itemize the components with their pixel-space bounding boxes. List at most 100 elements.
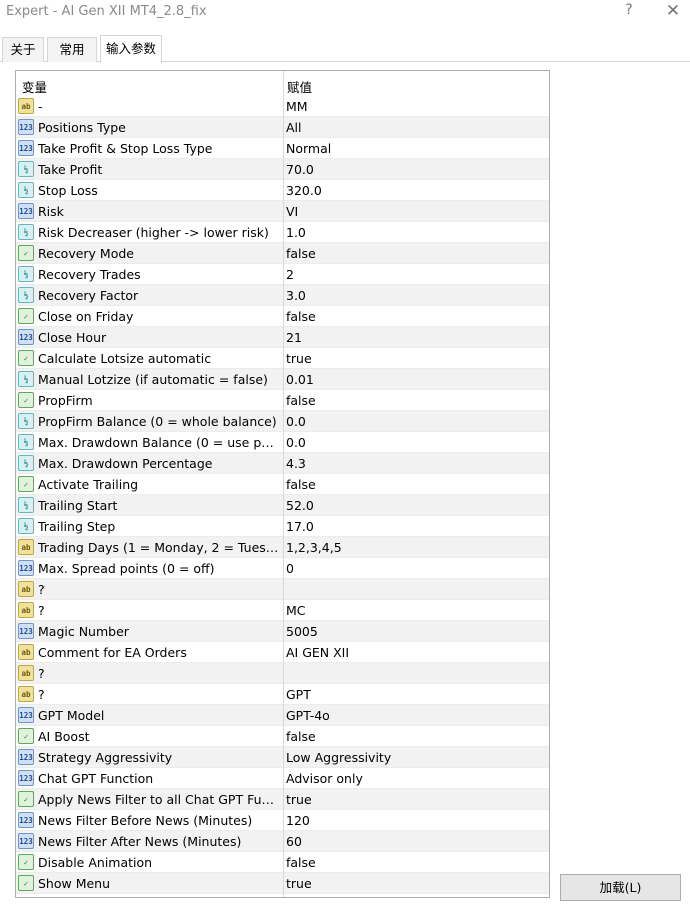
integer-type-icon: 123 bbox=[18, 203, 34, 219]
variable-name: - bbox=[38, 99, 43, 114]
variable-value[interactable]: 1,2,3,4,5 bbox=[286, 540, 546, 555]
integer-type-icon: 123 bbox=[18, 140, 34, 156]
variable-value[interactable]: false bbox=[286, 393, 546, 408]
variable-value[interactable]: false bbox=[286, 477, 546, 492]
variable-name: News Filter After News (Minutes) bbox=[38, 834, 242, 849]
expert-properties-window: Expert - AI Gen XII MT4_2.8_fix ? ✕ 关于 常… bbox=[0, 0, 690, 905]
variable-value[interactable]: 3.0 bbox=[286, 288, 546, 303]
integer-type-icon: 123 bbox=[18, 623, 34, 639]
variable-name: Risk bbox=[38, 204, 64, 219]
boolean-type-icon: ✓ bbox=[18, 476, 34, 492]
variable-value[interactable]: 60 bbox=[286, 834, 546, 849]
variable-name: Max. Spread points (0 = off) bbox=[38, 561, 215, 576]
variable-name: Show Menu bbox=[38, 876, 111, 891]
string-type-icon: ab bbox=[18, 665, 34, 681]
close-icon[interactable]: ✕ bbox=[664, 1, 682, 21]
variable-value[interactable]: 0.0 bbox=[286, 414, 546, 429]
variable-value[interactable]: Normal bbox=[286, 141, 546, 156]
variable-value[interactable]: 5005 bbox=[286, 624, 546, 639]
tab-about[interactable]: 关于 bbox=[2, 37, 44, 62]
variable-name: ? bbox=[38, 582, 45, 597]
variable-value[interactable]: GPT-4o bbox=[286, 708, 546, 723]
header-variable[interactable]: 变量 bbox=[22, 77, 47, 96]
variable-value[interactable]: 52.0 bbox=[286, 498, 546, 513]
variable-name: Magic Number bbox=[38, 624, 129, 639]
header-value[interactable]: 赋值 bbox=[287, 77, 312, 96]
variable-name: Close on Friday bbox=[38, 309, 134, 324]
boolean-type-icon: ✓ bbox=[18, 308, 34, 324]
string-type-icon: ab bbox=[18, 602, 34, 618]
variable-value[interactable]: 21 bbox=[286, 330, 546, 345]
variable-value[interactable]: false bbox=[286, 246, 546, 261]
variable-value[interactable]: true bbox=[286, 351, 546, 366]
integer-type-icon: 123 bbox=[18, 560, 34, 576]
integer-type-icon: 123 bbox=[18, 770, 34, 786]
variable-name: Positions Type bbox=[38, 120, 126, 135]
variable-value[interactable]: 0 bbox=[286, 561, 546, 576]
boolean-type-icon: ✓ bbox=[18, 728, 34, 744]
variable-value[interactable]: 120 bbox=[286, 813, 546, 828]
window-title: Expert - AI Gen XII MT4_2.8_fix bbox=[6, 4, 207, 19]
variable-value[interactable]: VI bbox=[286, 204, 546, 219]
variable-value[interactable]: 0.0 bbox=[286, 435, 546, 450]
double-type-icon: ½ bbox=[18, 266, 34, 282]
variable-name: Max. Drawdown Balance (0 = use perce... bbox=[38, 435, 280, 450]
variable-name: Recovery Mode bbox=[38, 246, 134, 261]
variable-value[interactable]: MM bbox=[286, 99, 546, 114]
column-separator bbox=[283, 71, 284, 897]
variable-value[interactable]: Low Aggressivity bbox=[286, 750, 546, 765]
variable-name: Trading Days (1 = Monday, 2 = Tuesda... bbox=[38, 540, 280, 555]
variable-name: Apply News Filter to all Chat GPT Funct.… bbox=[38, 792, 280, 807]
boolean-type-icon: ✓ bbox=[18, 350, 34, 366]
variable-value[interactable]: 70.0 bbox=[286, 162, 546, 177]
variable-value[interactable]: false bbox=[286, 855, 546, 870]
integer-type-icon: 123 bbox=[18, 749, 34, 765]
variable-name: Take Profit bbox=[38, 162, 103, 177]
variable-name: ? bbox=[38, 687, 45, 702]
variable-name: Recovery Factor bbox=[38, 288, 139, 303]
boolean-type-icon: ✓ bbox=[18, 245, 34, 261]
boolean-type-icon: ✓ bbox=[18, 791, 34, 807]
variable-value[interactable]: MC bbox=[286, 603, 546, 618]
variable-value[interactable]: GPT bbox=[286, 687, 546, 702]
double-type-icon: ½ bbox=[18, 413, 34, 429]
double-type-icon: ½ bbox=[18, 371, 34, 387]
help-icon[interactable]: ? bbox=[620, 2, 638, 18]
tab-common[interactable]: 常用 bbox=[47, 37, 97, 62]
title-bar: Expert - AI Gen XII MT4_2.8_fix ? ✕ bbox=[0, 0, 690, 26]
variable-name: Disable Animation bbox=[38, 855, 153, 870]
double-type-icon: ½ bbox=[18, 161, 34, 177]
integer-type-icon: 123 bbox=[18, 329, 34, 345]
double-type-icon: ½ bbox=[18, 182, 34, 198]
variable-value[interactable]: 0.01 bbox=[286, 372, 546, 387]
integer-type-icon: 123 bbox=[18, 707, 34, 723]
variable-value[interactable]: 17.0 bbox=[286, 519, 546, 534]
variable-name: Max. Drawdown Percentage bbox=[38, 456, 213, 471]
string-type-icon: ab bbox=[18, 539, 34, 555]
variable-value[interactable]: true bbox=[286, 876, 546, 891]
variable-value[interactable]: false bbox=[286, 309, 546, 324]
variable-value[interactable]: Advisor only bbox=[286, 771, 546, 786]
tab-inputs[interactable]: 输入参数 bbox=[100, 35, 162, 63]
load-button[interactable]: 加载(L) bbox=[560, 874, 681, 901]
boolean-type-icon: ✓ bbox=[18, 875, 34, 891]
tab-strip: 关于 常用 输入参数 bbox=[0, 35, 690, 63]
double-type-icon: ½ bbox=[18, 455, 34, 471]
variable-value[interactable]: 1.0 bbox=[286, 225, 546, 240]
variable-value[interactable]: 2 bbox=[286, 267, 546, 282]
variable-value[interactable]: 4.3 bbox=[286, 456, 546, 471]
variable-name: Comment for EA Orders bbox=[38, 645, 187, 660]
variable-name: Take Profit & Stop Loss Type bbox=[38, 141, 213, 156]
string-type-icon: ab bbox=[18, 581, 34, 597]
boolean-type-icon: ✓ bbox=[18, 854, 34, 870]
variable-name: ? bbox=[38, 666, 45, 681]
integer-type-icon: 123 bbox=[18, 812, 34, 828]
variable-name: Stop Loss bbox=[38, 183, 98, 198]
variable-value[interactable]: All bbox=[286, 120, 546, 135]
variable-value[interactable]: AI GEN XII bbox=[286, 645, 546, 660]
variable-value[interactable]: false bbox=[286, 729, 546, 744]
variable-name: Close Hour bbox=[38, 330, 107, 345]
variable-value[interactable]: 320.0 bbox=[286, 183, 546, 198]
variable-value[interactable]: true bbox=[286, 792, 546, 807]
variable-name: Trailing Step bbox=[38, 519, 116, 534]
